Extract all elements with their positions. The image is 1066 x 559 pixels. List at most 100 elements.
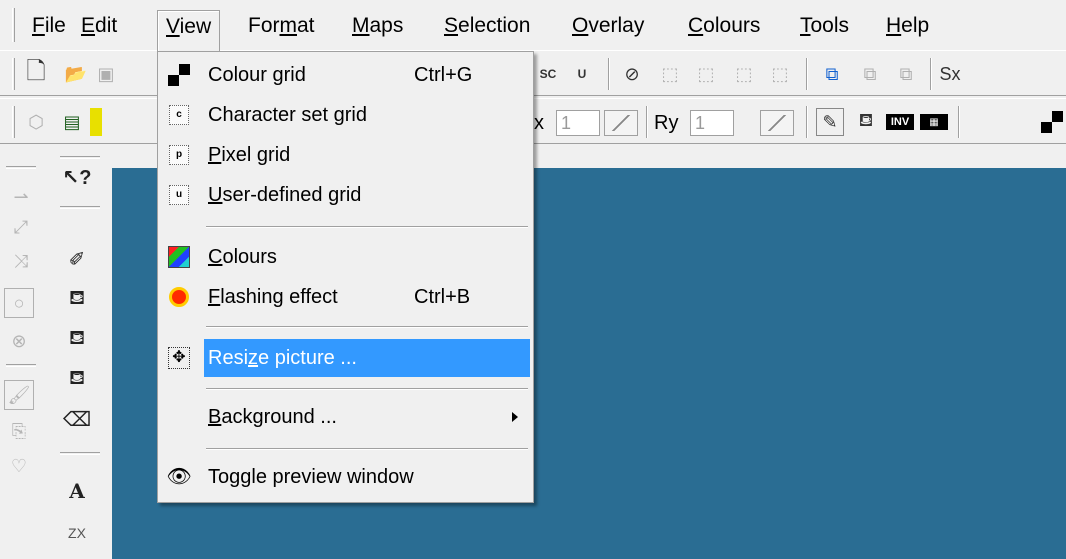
lasso-icon[interactable]: ♡ <box>4 451 34 481</box>
zx-tool-icon[interactable]: ZX <box>62 518 92 548</box>
eye-icon: 👁 <box>166 466 192 488</box>
menu-colours-label: olours <box>703 14 761 37</box>
brush-icon[interactable]: 🖌 <box>4 380 34 410</box>
menu-item-resize-picture[interactable]: ✥ Resize picture ... <box>160 339 531 377</box>
colour-grid-toolbar-icon[interactable] <box>1038 108 1066 136</box>
copy-icon[interactable]: ⧉ <box>818 60 846 88</box>
toolbar-grip[interactable] <box>12 58 15 90</box>
save-icon[interactable]: ▣ <box>96 60 116 88</box>
toolbar-separator <box>806 106 808 138</box>
menu-item-user-defined-grid[interactable]: u User-defined grid <box>160 176 531 214</box>
colour-grid-icon <box>168 64 190 86</box>
fill-icon[interactable]: ⛾ <box>62 284 92 314</box>
toolbar-separator <box>958 106 960 138</box>
select-rect-icon[interactable]: ⬚ <box>656 60 684 88</box>
pixel-grid-icon: p <box>168 144 190 166</box>
menu-bar: File Edit View Format Maps Selection Ove… <box>0 0 1066 52</box>
menu-item-colours[interactable]: Colours <box>160 238 531 276</box>
arrow-right-icon[interactable]: ⇀ <box>6 182 36 212</box>
menu-item-label: Resize picture ... <box>208 347 357 369</box>
submenu-arrow-icon <box>512 412 518 422</box>
menu-maps[interactable]: Maps <box>344 12 411 42</box>
menu-colours[interactable]: Colours <box>680 12 768 42</box>
arrow-diagonal-icon[interactable]: ⤢ <box>6 212 36 242</box>
menu-file[interactable]: File <box>24 12 74 42</box>
cube-icon[interactable]: ⬡ <box>22 108 50 136</box>
paste-icon[interactable]: ⧉ <box>856 60 884 88</box>
pattern-fill-icon[interactable]: ⛾ <box>62 364 92 394</box>
menu-file-label: ile <box>44 14 66 37</box>
menu-format-label: For <box>248 14 280 37</box>
menu-item-background[interactable]: Background ... <box>160 398 531 436</box>
menu-maps-label: aps <box>369 14 404 37</box>
circle-cross-icon[interactable]: ⊗ <box>4 326 34 356</box>
fill-bucket-icon[interactable]: ⛾ <box>852 108 880 136</box>
toolbar-separator <box>608 58 610 90</box>
left-tool-palette: ⇀ ⤢ ⤨ ○ ⊗ 🖌 ⎘ ♡ ↖? ✐ ⛾ ⛾ ⛾ ⌫ A ZX <box>0 146 112 559</box>
eraser-icon[interactable]: ⌫ <box>62 404 92 434</box>
menu-item-label: User-defined grid <box>208 184 362 206</box>
ry-label: Ry <box>654 112 679 134</box>
select-grid-icon[interactable]: ⬚ <box>766 60 794 88</box>
menu-item-shortcut: Ctrl+G <box>414 64 473 86</box>
menu-edit-label: dit <box>95 14 118 37</box>
select-area-icon[interactable]: ⬚ <box>730 60 758 88</box>
rx-spin-button[interactable] <box>604 110 638 136</box>
menu-item-toggle-preview-window[interactable]: 👁 Toggle preview window <box>160 458 531 496</box>
text-tool-icon[interactable]: A <box>62 476 92 506</box>
menu-item-label: Background ... <box>208 406 337 428</box>
menu-item-label: Colour grid <box>208 64 306 86</box>
menu-format[interactable]: Format <box>240 12 323 42</box>
no-entry-icon[interactable]: ⊘ <box>618 60 646 88</box>
view-menu-dropdown: Colour grid Ctrl+G c Character set grid … <box>157 51 534 503</box>
new-file-icon[interactable]: 🗋 <box>22 58 50 88</box>
menu-selection[interactable]: Selection <box>436 12 538 42</box>
pattern-icon[interactable]: ▦ <box>920 114 948 130</box>
open-folder-icon[interactable]: 📂 <box>62 60 90 88</box>
menu-view-label: iew <box>179 15 212 38</box>
menu-overlay[interactable]: Overlay <box>564 12 652 42</box>
sc-icon[interactable]: SC <box>534 60 562 88</box>
menu-item-character-set-grid[interactable]: c Character set grid <box>160 96 531 134</box>
left-grip[interactable] <box>60 206 100 209</box>
pencil-icon[interactable]: ✎ <box>816 108 844 136</box>
cross-arrow-icon[interactable]: ⤨ <box>6 246 36 276</box>
toolbar-grip[interactable] <box>12 106 15 138</box>
menu-edit[interactable]: Edit <box>73 12 125 42</box>
eyedropper-icon[interactable]: ✐ <box>62 244 92 274</box>
menu-item-label: Colours <box>208 246 277 268</box>
highlight-icon[interactable] <box>90 108 102 136</box>
resize-picture-icon: ✥ <box>168 347 190 369</box>
colours-icon <box>168 246 190 268</box>
left-grip[interactable] <box>60 452 100 455</box>
left-grip[interactable] <box>6 166 36 169</box>
flashing-effect-icon <box>168 286 190 308</box>
paste-special-icon[interactable]: ⧉ <box>892 60 920 88</box>
u-icon[interactable]: U <box>568 60 596 88</box>
invert-icon[interactable]: INV <box>886 114 914 130</box>
menu-item-label: Pixel grid <box>208 144 291 166</box>
rx-input[interactable]: 1 <box>556 110 600 136</box>
spray-fill-icon[interactable]: ⛾ <box>62 324 92 354</box>
ry-spin-button[interactable] <box>760 110 794 136</box>
menu-item-flashing-effect[interactable]: Flashing effect Ctrl+B <box>160 278 531 316</box>
ry-input[interactable]: 1 <box>690 110 734 136</box>
menu-item-colour-grid[interactable]: Colour grid Ctrl+G <box>160 56 531 94</box>
menubar-grip[interactable] <box>12 8 15 42</box>
select-char-icon[interactable]: ⬚ <box>692 60 720 88</box>
menu-selection-label: election <box>458 14 531 37</box>
menu-tools[interactable]: Tools <box>792 12 857 42</box>
left-grip[interactable] <box>60 156 100 159</box>
left-grip[interactable] <box>6 364 36 367</box>
menu-item-pixel-grid[interactable]: p Pixel grid <box>160 136 531 174</box>
menu-help[interactable]: Help <box>878 12 937 42</box>
sx-label: Sx <box>939 63 961 84</box>
circle-icon[interactable]: ○ <box>4 288 34 318</box>
help-pointer-icon[interactable]: ↖? <box>62 162 92 192</box>
rx-label: x <box>534 112 544 134</box>
stamp-icon[interactable]: ⎘ <box>4 416 34 446</box>
font-icon[interactable]: ▤ <box>58 108 86 136</box>
toolbar-separator <box>806 58 808 90</box>
character-set-grid-icon: c <box>168 104 190 126</box>
menu-view[interactable]: View <box>157 10 221 52</box>
